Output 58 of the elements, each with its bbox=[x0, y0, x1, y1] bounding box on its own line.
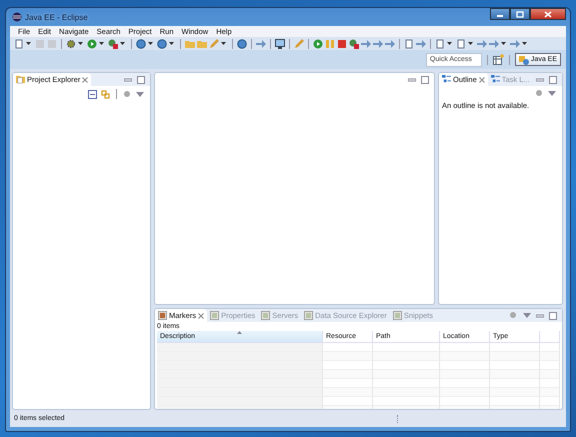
maximize-button[interactable] bbox=[510, 8, 530, 20]
open-perspective-icon[interactable] bbox=[492, 54, 504, 65]
close-icon[interactable] bbox=[198, 312, 204, 318]
globe-icon[interactable] bbox=[237, 38, 247, 48]
play-icon[interactable] bbox=[87, 38, 97, 48]
bug-icon[interactable] bbox=[349, 38, 359, 48]
close-button[interactable] bbox=[530, 8, 566, 20]
close-icon[interactable] bbox=[478, 76, 485, 82]
dropdown-arrow-icon[interactable] bbox=[78, 42, 83, 45]
maximize-icon[interactable] bbox=[549, 76, 557, 84]
dropdown-arrow-icon[interactable] bbox=[120, 42, 125, 45]
minimize-icon[interactable] bbox=[536, 314, 544, 318]
view-menu-icon[interactable] bbox=[523, 313, 531, 318]
monitor-icon[interactable] bbox=[275, 38, 285, 48]
outline-icon bbox=[490, 75, 500, 84]
document-icon[interactable] bbox=[404, 38, 414, 48]
document-icon[interactable] bbox=[14, 38, 24, 48]
document-icon[interactable] bbox=[456, 38, 466, 48]
document-icon[interactable] bbox=[435, 38, 445, 48]
dropdown-arrow-icon[interactable] bbox=[468, 42, 473, 45]
folder-icon bbox=[16, 75, 25, 84]
close-icon[interactable] bbox=[82, 76, 88, 82]
dropdown-arrow-icon[interactable] bbox=[447, 42, 452, 45]
link-icon[interactable] bbox=[101, 90, 110, 98]
dropdown-arrow-icon[interactable] bbox=[148, 42, 153, 45]
dropdown-arrow-icon[interactable] bbox=[501, 42, 506, 45]
outline-icon bbox=[442, 75, 451, 84]
play-icon[interactable] bbox=[313, 38, 323, 48]
window-title: Java EE - Eclipse bbox=[25, 12, 88, 22]
arrow-icon[interactable] bbox=[256, 38, 266, 48]
gear-icon[interactable] bbox=[66, 38, 76, 48]
perspective-icon bbox=[518, 54, 529, 64]
collapse-all-icon[interactable] bbox=[88, 90, 97, 98]
dropdown-arrow-icon[interactable] bbox=[221, 42, 226, 45]
view-icon bbox=[158, 311, 167, 320]
sort-arrow-icon bbox=[237, 331, 242, 334]
dropdown-arrow-icon[interactable] bbox=[169, 42, 174, 45]
maximize-icon[interactable] bbox=[137, 76, 145, 84]
dropdown-arrow-icon[interactable] bbox=[26, 42, 31, 45]
globe-icon[interactable] bbox=[157, 38, 167, 48]
minimize-icon[interactable] bbox=[536, 78, 544, 82]
view-menu-icon[interactable] bbox=[136, 92, 144, 96]
maximize-icon[interactable] bbox=[421, 76, 429, 84]
bug-icon[interactable] bbox=[108, 38, 118, 48]
maximize-icon bbox=[516, 10, 524, 18]
globe-icon[interactable] bbox=[136, 38, 146, 48]
view-menu-icon[interactable] bbox=[548, 91, 556, 96]
dropdown-arrow-icon[interactable] bbox=[522, 42, 527, 45]
stop-icon[interactable] bbox=[337, 38, 347, 48]
close-icon bbox=[544, 10, 552, 18]
eclipse-icon bbox=[12, 12, 22, 22]
dropdown-arrow-icon[interactable] bbox=[99, 42, 104, 45]
maximize-icon[interactable] bbox=[549, 312, 557, 320]
minimize-icon[interactable] bbox=[408, 78, 416, 82]
arrow-icon[interactable] bbox=[416, 38, 426, 48]
minimize-icon[interactable] bbox=[124, 78, 132, 82]
minimize-button[interactable] bbox=[490, 8, 510, 20]
column-header bbox=[540, 331, 560, 343]
